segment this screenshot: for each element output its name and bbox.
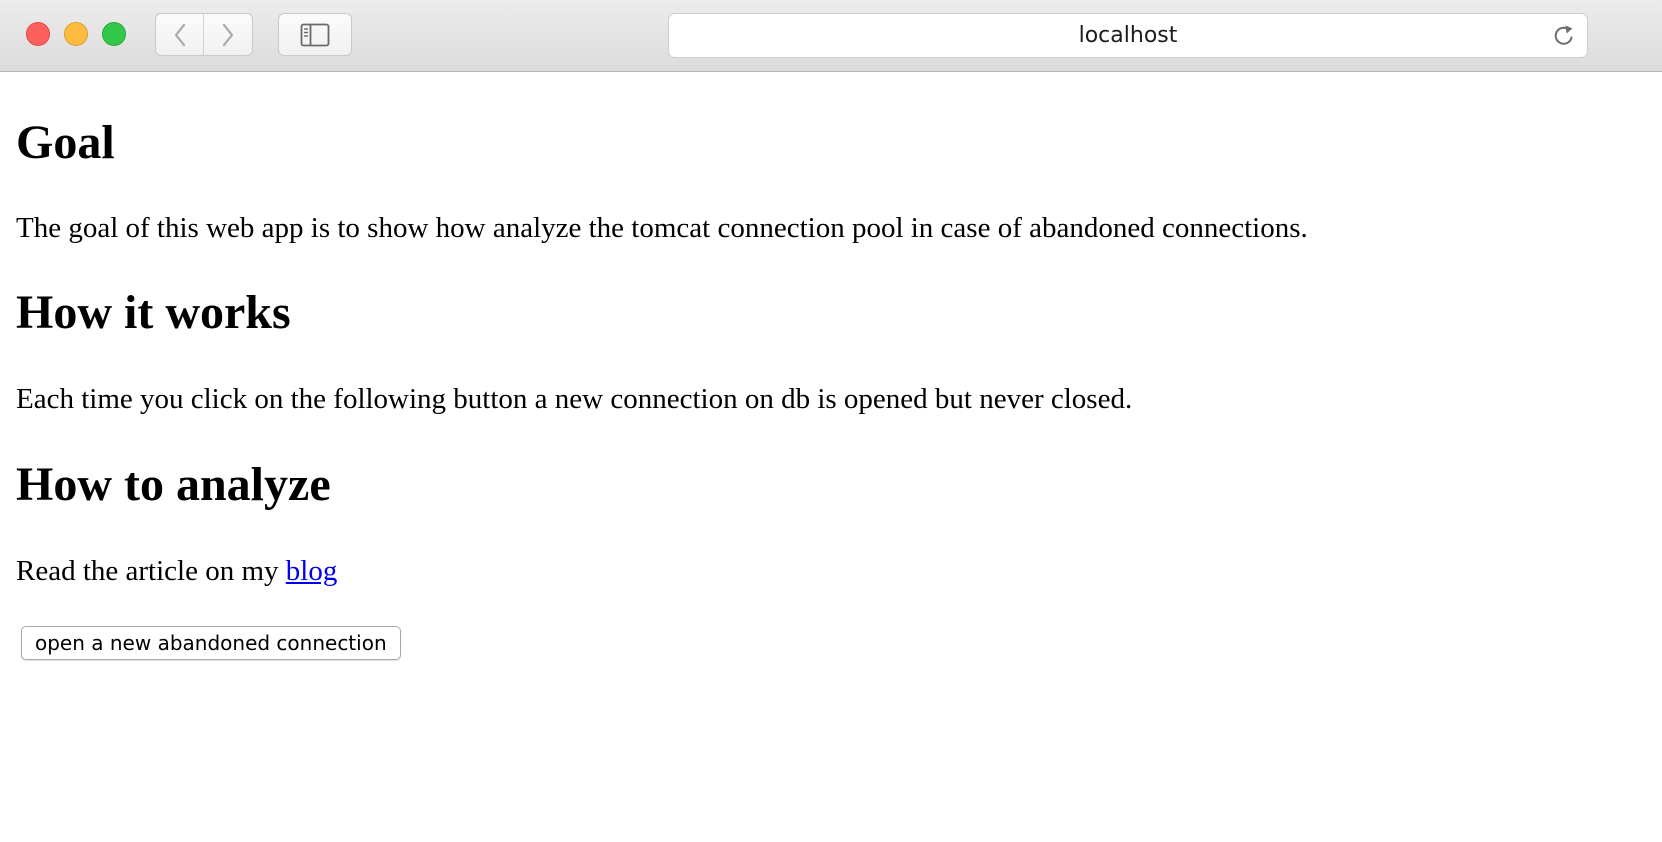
page-content: Goal The goal of this web app is to show… (0, 72, 1662, 842)
address-text: localhost (1078, 23, 1178, 48)
back-button[interactable] (155, 13, 204, 56)
open-abandoned-connection-button[interactable]: open a new abandoned connection (21, 626, 401, 660)
how-it-works-paragraph: Each time you click on the following but… (16, 383, 1133, 415)
how-to-analyze-text: Read the article on my (16, 555, 286, 587)
reload-icon (1554, 25, 1573, 45)
how-it-works-heading: How it works (16, 286, 291, 339)
browser-window: localhost Goal The goal of this web app … (0, 0, 1662, 842)
how-to-analyze-paragraph: Read the article on my blog (16, 557, 337, 586)
goal-paragraph: The goal of this web app is to show how … (16, 212, 1308, 244)
close-window-button[interactable] (26, 22, 50, 46)
sidebar-icon (300, 23, 330, 46)
navigation-buttons (155, 13, 253, 56)
minimize-window-button[interactable] (64, 22, 88, 46)
zoom-window-button[interactable] (102, 22, 126, 46)
forward-button[interactable] (204, 13, 253, 56)
blog-link[interactable]: blog (286, 555, 338, 587)
how-to-analyze-heading: How to analyze (16, 458, 331, 511)
chevron-right-icon (222, 23, 234, 46)
reload-button[interactable] (1551, 23, 1577, 49)
address-bar[interactable]: localhost (668, 13, 1588, 58)
browser-toolbar: localhost (0, 0, 1662, 72)
goal-heading: Goal (16, 116, 115, 169)
chevron-left-icon (174, 23, 185, 46)
sidebar-toggle-button[interactable] (278, 13, 352, 56)
